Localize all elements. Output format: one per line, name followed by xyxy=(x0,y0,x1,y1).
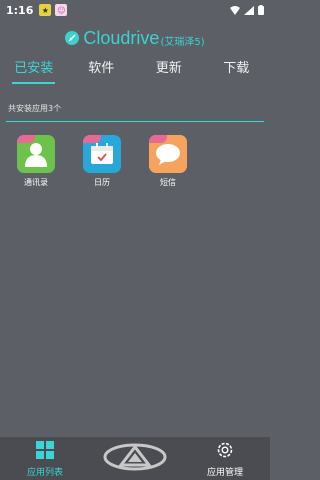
gear-icon xyxy=(217,442,233,458)
status-time: 1:16 xyxy=(6,3,34,17)
cloudrive-logo-icon xyxy=(65,31,80,45)
app-contacts[interactable]: 通讯录 xyxy=(16,135,56,188)
app-label: 日历 xyxy=(94,178,110,187)
nav-app-manage-label: 应用管理 xyxy=(206,468,243,478)
tab-updates[interactable]: 更新 xyxy=(135,58,203,84)
tab-installed[interactable]: 已安装 xyxy=(0,58,68,84)
new-badge xyxy=(17,135,35,143)
app-label: 短信 xyxy=(160,178,176,187)
nav-app-list[interactable]: 应用列表 xyxy=(15,441,75,478)
message-icon xyxy=(149,135,187,173)
battery-icon xyxy=(258,5,264,15)
app-calendar[interactable]: 日历 xyxy=(82,135,122,188)
new-badge xyxy=(83,135,101,143)
grid-icon xyxy=(36,441,54,459)
status-bar: 1:16 ★ ☺ xyxy=(0,0,270,20)
section-divider xyxy=(6,121,264,122)
brand-title: Cloudrive xyxy=(83,27,160,48)
bottom-nav: 应用列表 应用管理 xyxy=(0,437,270,480)
car-brand-emblem-icon xyxy=(103,443,167,471)
brand-subtitle: (艾瑞泽5) xyxy=(160,37,205,48)
status-indicators xyxy=(230,5,264,15)
notification-app-icon: ★ xyxy=(39,4,52,16)
notification-cat-icon: ☺ xyxy=(55,4,68,16)
nav-app-manage[interactable]: 应用管理 xyxy=(195,441,255,478)
app-header: Cloudrive (艾瑞泽5) xyxy=(0,26,270,50)
installed-count-label: 共安装应用3个 xyxy=(8,104,62,113)
app-messages[interactable]: 短信 xyxy=(148,135,188,188)
wifi-icon xyxy=(230,5,240,15)
new-badge xyxy=(149,135,167,143)
app-label: 通讯录 xyxy=(24,178,48,187)
nav-app-list-label: 应用列表 xyxy=(26,468,63,478)
signal-icon xyxy=(244,5,254,15)
calendar-icon xyxy=(83,135,121,173)
tab-software[interactable]: 软件 xyxy=(68,58,136,84)
contacts-icon xyxy=(17,135,55,173)
tab-downloads[interactable]: 下载 xyxy=(203,58,271,84)
tab-bar: 已安装 软件 更新 下载 xyxy=(0,58,270,84)
